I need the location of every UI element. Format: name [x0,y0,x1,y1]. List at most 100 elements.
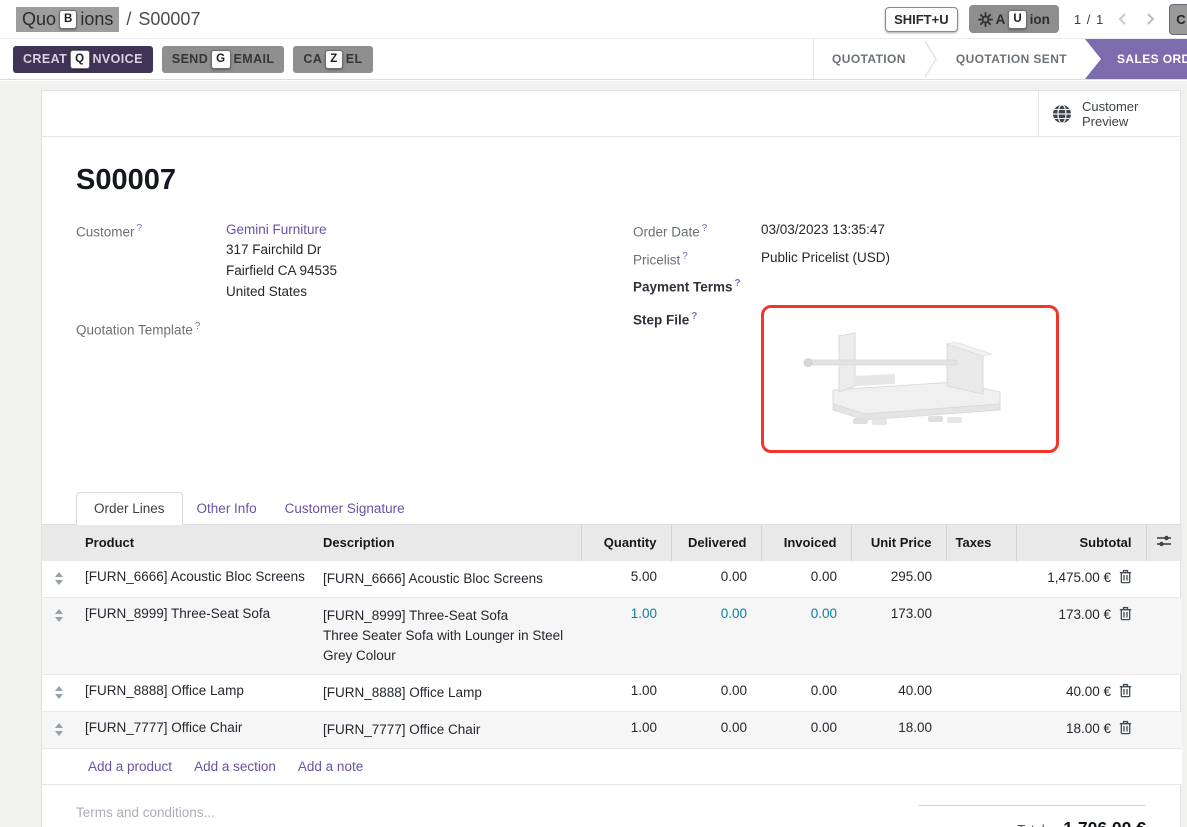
delivered-cell[interactable]: 0.00 [671,597,761,674]
unit-price-cell[interactable]: 40.00 [851,674,946,711]
drag-handle[interactable] [42,674,76,711]
add-line-links-row: Add a product Add a section Add a note [42,748,1182,784]
row-actions-cell [1146,597,1182,674]
add-a-product-link[interactable]: Add a product [88,759,172,774]
page-title: S00007 [76,164,1146,197]
drag-handle[interactable] [42,560,76,597]
product-cell[interactable]: [FURN_8888] Office Lamp [76,674,314,711]
record-pager: 1 / 1 [1074,12,1104,27]
taxes-cell[interactable] [946,560,1016,597]
stage-quotation-sent[interactable]: QUOTATION SENT [938,39,1085,79]
delivered-cell[interactable]: 0.00 [671,560,761,597]
send-email-button[interactable]: SENDGEMAIL [162,46,285,73]
invoiced-cell[interactable]: 0.00 [761,597,851,674]
sheet-footer: Terms and conditions... Total: 1,706.00 … [76,785,1146,827]
invoiced-cell[interactable]: 0.00 [761,674,851,711]
stage-sales-order[interactable]: SALES ORDER [1085,39,1187,79]
quotation-template-field-row: Quotation Template? [76,320,589,338]
drag-handle-icon [55,609,63,614]
stage-separator-icon [924,39,938,79]
keyboard-hint-z: Z [325,50,342,69]
totals-block: Total: 1,706.00 € [918,805,1146,827]
delete-line-icon[interactable] [1119,606,1132,621]
unit-price-cell[interactable]: 173.00 [851,597,946,674]
cutoff-right-button[interactable]: C [1169,4,1187,35]
terms-and-conditions-placeholder[interactable]: Terms and conditions... [76,805,215,827]
sheet-body: S00007 Customer? Gemini Furniture 317 Fa… [42,164,1180,827]
content-background: Customer Preview S00007 Customer? Gemini… [0,81,1187,827]
customer-preview-label: Customer Preview [1082,99,1138,129]
form-sheet: Customer Preview S00007 Customer? Gemini… [41,90,1181,827]
taxes-cell[interactable] [946,597,1016,674]
delete-line-icon[interactable] [1119,683,1132,698]
row-actions-cell [1146,560,1182,597]
create-invoice-text-pre: CREAT [23,52,67,66]
drag-handle[interactable] [42,597,76,674]
unit-price-column-header: Unit Price [851,524,946,560]
payment-terms-field-row: Payment Terms? [633,277,1146,295]
send-email-text-post: EMAIL [234,52,275,66]
order-date-value[interactable]: 03/03/2023 13:35:47 [761,222,885,240]
order-date-label: Order Date? [633,222,761,240]
chevron-left-icon [1115,11,1131,27]
total-value: 1,706.00 € [1063,818,1146,827]
pager-previous-button[interactable] [1115,11,1131,27]
customer-preview-button[interactable]: Customer Preview [1038,91,1180,136]
taxes-cell[interactable] [946,711,1016,748]
add-a-note-link[interactable]: Add a note [298,759,363,774]
description-cell[interactable]: [FURN_7777] Office Chair [314,711,581,748]
step-file-preview-box[interactable] [761,305,1059,453]
delivered-cell[interactable]: 0.00 [671,674,761,711]
quantity-cell[interactable]: 1.00 [581,711,671,748]
stage-quotation[interactable]: QUOTATION [814,39,924,79]
action-menu-button[interactable]: AUion [969,5,1059,33]
customer-link[interactable]: Gemini Furniture [226,222,327,237]
optional-columns-toggle[interactable] [1146,524,1182,560]
delete-line-icon[interactable] [1119,720,1132,735]
pager-next-button[interactable] [1142,11,1158,27]
taxes-cell[interactable] [946,674,1016,711]
description-column-header: Description [314,524,581,560]
description-cell[interactable]: [FURN_8999] Three-Seat Sofa Three Seater… [314,597,581,674]
pricelist-field-row: Pricelist? Public Pricelist (USD) [633,250,1146,268]
product-cell[interactable]: [FURN_8999] Three-Seat Sofa [76,597,314,674]
quantity-cell[interactable]: 1.00 [581,597,671,674]
quantity-column-header: Quantity [581,524,671,560]
keyboard-hint-u: U [1008,10,1026,29]
action-button-text-post: ion [1030,12,1050,27]
pricelist-value[interactable]: Public Pricelist (USD) [761,250,890,268]
breadcrumb-quotations-link[interactable]: QuoBions [16,7,119,32]
quantity-cell[interactable]: 5.00 [581,560,671,597]
description-cell[interactable]: [FURN_8888] Office Lamp [314,674,581,711]
order-line-row: [FURN_8888] Office Lamp [FURN_8888] Offi… [42,674,1182,711]
delivered-cell[interactable]: 0.00 [671,711,761,748]
order-line-row: [FURN_6666] Acoustic Bloc Screens [FURN_… [42,560,1182,597]
cancel-button[interactable]: CAZEL [293,46,372,73]
description-cell[interactable]: [FURN_6666] Acoustic Bloc Screens [314,560,581,597]
add-a-section-link[interactable]: Add a section [194,759,276,774]
tab-other-info[interactable]: Other Info [183,493,271,524]
product-cell[interactable]: [FURN_6666] Acoustic Bloc Screens [76,560,314,597]
keyboard-hint-q: Q [70,50,89,69]
create-invoice-button[interactable]: CREATQNVOICE [13,46,153,73]
subtotal-cell: 1,475.00 € [1016,560,1146,597]
step-file-label: Step File? [633,305,761,453]
product-cell[interactable]: [FURN_7777] Office Chair [76,711,314,748]
order-lines-table-wrapper: Product Description Quantity Delivered I… [42,524,1180,785]
invoiced-cell[interactable]: 0.00 [761,560,851,597]
delete-line-icon[interactable] [1119,569,1132,584]
invoiced-cell[interactable]: 0.00 [761,711,851,748]
unit-price-cell[interactable]: 18.00 [851,711,946,748]
quantity-cell[interactable]: 1.00 [581,674,671,711]
keyboard-hint-b: B [59,10,77,29]
drag-handle-icon [55,617,63,622]
customer-field-row: Customer? Gemini Furniture 317 Fairchild… [76,222,589,302]
keyboard-hint-shift-u: SHIFT+U [885,7,958,32]
customer-label: Customer? [76,222,226,302]
chevron-right-icon [1142,11,1158,27]
tab-customer-signature[interactable]: Customer Signature [271,493,419,524]
unit-price-cell[interactable]: 295.00 [851,560,946,597]
subtotal-cell: 173.00 € [1016,597,1146,674]
drag-handle[interactable] [42,711,76,748]
tab-order-lines[interactable]: Order Lines [76,492,183,525]
